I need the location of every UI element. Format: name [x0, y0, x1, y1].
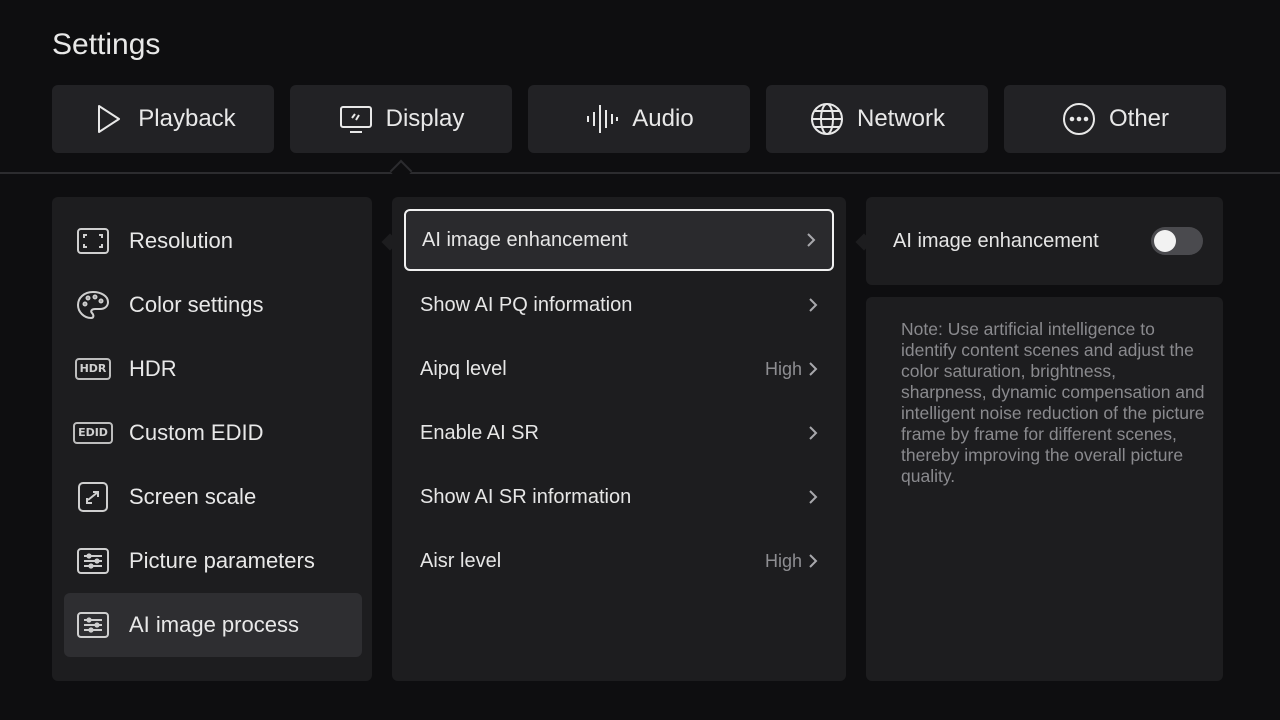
audio-wave-icon — [587, 105, 619, 133]
sidebar: Resolution Color settings HDR HDR EDID C… — [52, 197, 372, 681]
menu-item-show-ai-sr-information[interactable]: Show AI SR information — [404, 466, 834, 528]
menu-item-label: Enable AI SR — [420, 421, 539, 444]
resolution-icon — [76, 226, 110, 256]
menu-item-label: Aipq level — [420, 357, 507, 380]
globe-icon — [810, 103, 843, 135]
tab-label: Playback — [138, 105, 236, 132]
sidebar-item-ai-image-process[interactable]: AI image process — [64, 593, 362, 657]
sidebar-item-resolution[interactable]: Resolution — [64, 209, 362, 273]
sidebar-item-label: AI image process — [129, 612, 299, 637]
sidebar-item-hdr[interactable]: HDR HDR — [64, 337, 362, 401]
toggle-label: AI image enhancement — [893, 230, 1099, 252]
menu-item-label: Aisr level — [420, 549, 502, 572]
menu-item-value: High — [764, 358, 802, 379]
tab-label: Display — [385, 105, 465, 132]
sidebar-item-color-settings[interactable]: Color settings — [64, 273, 362, 337]
play-icon — [98, 105, 121, 133]
ai-image-enhancement-toggle[interactable] — [1151, 227, 1203, 255]
sidebar-item-picture-parameters[interactable]: Picture parameters — [64, 529, 362, 593]
hdr-icon: HDR — [74, 354, 112, 384]
chevron-right-icon — [806, 488, 820, 506]
chevron-right-icon — [806, 424, 820, 442]
tab-display[interactable]: Display — [290, 85, 512, 153]
more-icon — [1062, 103, 1095, 135]
sliders-icon — [76, 546, 110, 576]
sidebar-item-label: Screen scale — [129, 484, 257, 509]
sidebar-item-screen-scale[interactable]: Screen scale — [64, 465, 362, 529]
palette-icon — [76, 290, 110, 320]
page-title: Settings — [52, 28, 161, 61]
screen-scale-icon — [76, 482, 110, 512]
menu-item-ai-image-enhancement[interactable]: AI image enhancement — [404, 209, 834, 271]
sidebar-item-label: HDR — [129, 356, 177, 381]
display-icon — [339, 106, 372, 133]
tab-audio[interactable]: Audio — [528, 85, 750, 153]
detail-toggle-panel: AI image enhancement — [866, 197, 1223, 285]
description-note: Note: Use artificial intelligence to ide… — [901, 319, 1205, 486]
menu-item-show-ai-pq-information[interactable]: Show AI PQ information — [404, 274, 834, 336]
sidebar-item-label: Picture parameters — [129, 548, 315, 573]
tab-label: Audio — [632, 105, 694, 132]
sidebar-item-label: Color settings — [129, 292, 264, 317]
edid-icon: EDID — [73, 418, 113, 448]
menu-item-aisr-level[interactable]: Aisr level High — [404, 530, 834, 592]
chevron-right-icon — [806, 360, 820, 378]
sidebar-item-label: Custom EDID — [129, 420, 264, 445]
toggle-knob — [1154, 230, 1176, 252]
menu-item-label: AI image enhancement — [422, 228, 628, 251]
tab-divider — [0, 172, 1280, 174]
menu-item-value: High — [764, 550, 802, 571]
menu-item-aipq-level[interactable]: Aipq level High — [404, 338, 834, 400]
chevron-right-icon — [806, 552, 820, 570]
detail-note-panel: Note: Use artificial intelligence to ide… — [866, 297, 1223, 681]
tab-network[interactable]: Network — [766, 85, 988, 153]
menu-item-label: Show AI PQ information — [420, 293, 633, 316]
tab-label: Network — [856, 105, 946, 132]
chevron-right-icon — [804, 231, 818, 249]
tab-playback[interactable]: Playback — [52, 85, 274, 153]
sliders-icon — [76, 610, 110, 640]
menu-item-label: Show AI SR information — [420, 485, 632, 508]
tab-label: Other — [1108, 105, 1170, 132]
submenu: AI image enhancement Show AI PQ informat… — [392, 197, 846, 681]
menu-item-enable-ai-sr[interactable]: Enable AI SR — [404, 402, 834, 464]
selected-tab-indicator — [389, 159, 413, 183]
chevron-right-icon — [806, 296, 820, 314]
sidebar-item-custom-edid[interactable]: EDID Custom EDID — [64, 401, 362, 465]
top-tabs: Playback Display Audio Network Other — [52, 85, 1226, 153]
sidebar-item-label: Resolution — [129, 228, 233, 253]
tab-other[interactable]: Other — [1004, 85, 1226, 153]
